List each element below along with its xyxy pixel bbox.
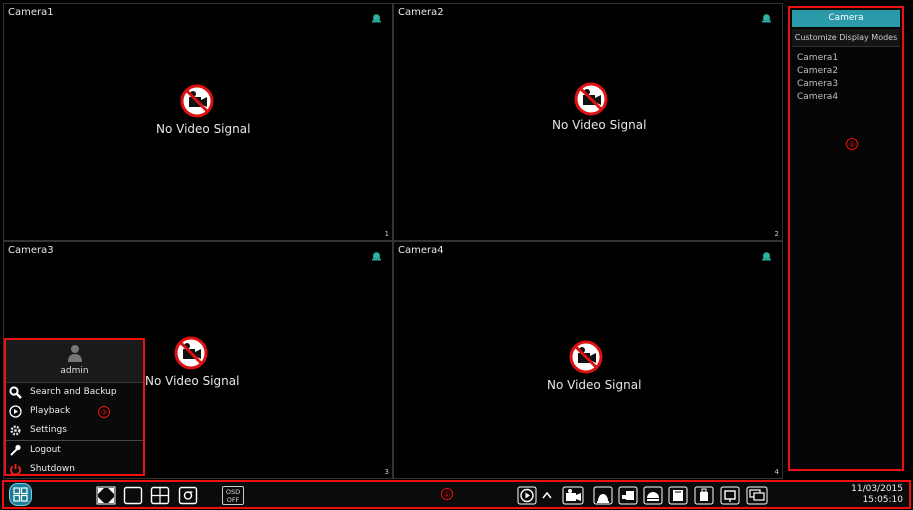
- side-panel-marker: ②: [846, 138, 858, 150]
- record-camera-icon: [562, 486, 584, 505]
- no-video-label: No Video Signal: [552, 118, 647, 132]
- ptz-button[interactable]: [618, 486, 638, 505]
- expand-toolbar-button[interactable]: [540, 486, 554, 505]
- toolbar-marker: ①: [441, 488, 453, 500]
- monitor-icon: [746, 486, 768, 505]
- camera-list: Camera1 Camera2 Camera3 Camera4: [790, 47, 902, 104]
- camera-list-item[interactable]: Camera3: [797, 78, 902, 91]
- no-video-icon: [569, 340, 603, 374]
- channel-number: 1: [384, 230, 389, 238]
- record-status-icon: [762, 252, 771, 261]
- alarm-icon: [593, 486, 613, 505]
- username-label: admin: [60, 366, 89, 376]
- fullscreen-icon: [96, 486, 116, 505]
- camera-name: Camera3: [8, 245, 54, 256]
- menu-item-label: Logout: [30, 445, 61, 455]
- camera-list-item[interactable]: Camera2: [797, 65, 902, 78]
- start-menu: admin Search and Backup Playback ③ Setti…: [4, 338, 145, 476]
- gear-icon: [10, 425, 21, 436]
- customize-display-modes-tab[interactable]: Customize Display Modes: [792, 29, 900, 47]
- menu-item-search-and-backup[interactable]: Search and Backup: [6, 383, 143, 402]
- menu-item-logout[interactable]: Logout: [6, 441, 143, 460]
- play-circle-icon: [517, 486, 537, 505]
- search-icon: [9, 386, 22, 399]
- backup-button[interactable]: [694, 486, 714, 505]
- playback-button[interactable]: [517, 486, 537, 505]
- no-video-icon: [174, 336, 208, 370]
- menu-item-playback[interactable]: Playback ③: [6, 402, 143, 421]
- no-video-label: No Video Signal: [145, 374, 240, 388]
- camera-name: Camera2: [398, 7, 444, 18]
- power-icon: [10, 464, 21, 476]
- channel-number: 3: [384, 468, 389, 476]
- sequence-icon: [178, 486, 198, 505]
- user-avatar-icon: [68, 345, 82, 362]
- start-button[interactable]: [9, 483, 32, 506]
- menu-item-label: Playback: [30, 406, 71, 416]
- camera-list-item[interactable]: Camera1: [797, 52, 902, 65]
- camera-tile-4[interactable]: Camera4 No Video Signal 4: [393, 241, 783, 479]
- sequence-button[interactable]: [178, 486, 198, 505]
- single-screen-button[interactable]: [123, 486, 143, 505]
- channel-number: 2: [774, 230, 779, 238]
- menu-item-label: Shutdown: [30, 464, 75, 474]
- quad-screen-icon: [150, 486, 170, 505]
- user-area: admin: [6, 340, 143, 383]
- camera-tile-1[interactable]: Camera1 No Video Signal 1: [3, 3, 393, 241]
- time-label: 15:05:10: [862, 495, 903, 505]
- output-icon: [720, 486, 740, 505]
- quad-screen-button[interactable]: [150, 486, 170, 505]
- menu-item-shutdown[interactable]: Shutdown: [6, 460, 143, 479]
- camera-name: Camera1: [8, 7, 54, 18]
- ptz-camera-icon: [618, 486, 638, 505]
- no-video-icon: [574, 82, 608, 116]
- display-switch-button[interactable]: [746, 486, 768, 505]
- start-menu-marker: ③: [98, 406, 110, 418]
- play-circle-icon: [9, 405, 22, 418]
- usb-drive-icon: [694, 486, 714, 505]
- menu-item-label: Settings: [30, 425, 67, 435]
- fullscreen-button[interactable]: [96, 486, 116, 505]
- alarm-button[interactable]: [593, 486, 613, 505]
- key-icon: [10, 444, 21, 456]
- menu-item-settings[interactable]: Settings: [6, 421, 143, 441]
- camera-side-panel: Camera Customize Display Modes Camera1 C…: [788, 6, 904, 471]
- camera-name: Camera4: [398, 245, 444, 256]
- channel-number: 4: [774, 468, 779, 476]
- no-video-label: No Video Signal: [156, 122, 251, 136]
- snapshot-button[interactable]: [643, 486, 663, 505]
- menu-item-label: Search and Backup: [30, 387, 117, 397]
- output-button[interactable]: [720, 486, 740, 505]
- date-time-display: 11/03/2015 15:05:10: [851, 484, 903, 506]
- manual-record-button[interactable]: [562, 486, 584, 505]
- osd-toggle-button[interactable]: OSD OFF: [222, 486, 244, 505]
- no-video-icon: [180, 84, 214, 118]
- camera-list-item[interactable]: Camera4: [797, 91, 902, 104]
- record-status-icon: [762, 14, 771, 23]
- disk-button[interactable]: [668, 486, 688, 505]
- record-status-icon: [372, 252, 381, 261]
- side-panel-header[interactable]: Camera: [792, 10, 900, 27]
- osd-label: OSD: [225, 488, 241, 496]
- camera-tile-2[interactable]: Camera2 No Video Signal 2: [393, 3, 783, 241]
- chevron-up-icon: [542, 491, 552, 499]
- record-status-icon: [372, 14, 381, 23]
- no-video-label: No Video Signal: [547, 378, 642, 392]
- bottom-toolbar: OSD OFF ① 11/03/2015 15:05:10: [2, 480, 911, 509]
- osd-state-label: OFF: [226, 496, 240, 504]
- disk-icon: [668, 486, 688, 505]
- date-label: 11/03/2015: [851, 484, 903, 494]
- start-grid-icon: [9, 483, 32, 506]
- dome-camera-icon: [643, 486, 663, 505]
- single-screen-icon: [123, 486, 143, 505]
